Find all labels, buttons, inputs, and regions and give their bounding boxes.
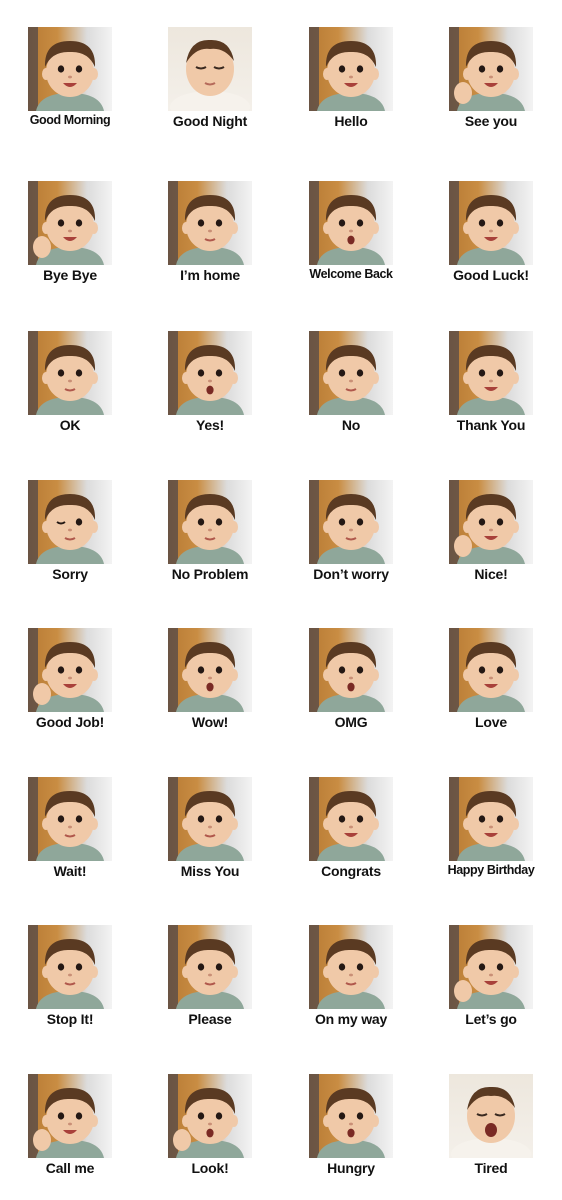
sticker-item[interactable]: Good Job! bbox=[10, 628, 130, 738]
sticker-item[interactable]: On my way bbox=[291, 925, 411, 1035]
sticker-label: Good Night bbox=[172, 113, 248, 129]
sticker-item[interactable]: No Problem bbox=[150, 480, 270, 590]
sticker-label: Let’s go bbox=[465, 1011, 517, 1027]
sticker-item[interactable]: Happy Birthday bbox=[431, 777, 551, 887]
baby-photo bbox=[449, 628, 533, 712]
sticker-item[interactable]: Bye Bye bbox=[10, 181, 130, 291]
sticker-item[interactable]: Welcome Back bbox=[291, 181, 411, 291]
baby-photo bbox=[449, 331, 533, 415]
sticker-item[interactable]: I’m home bbox=[150, 181, 270, 291]
sticker-label: Hello bbox=[334, 113, 368, 129]
sticker-item[interactable]: OMG bbox=[291, 628, 411, 738]
sticker-item[interactable]: Stop It! bbox=[10, 925, 130, 1035]
baby-photo bbox=[309, 1074, 393, 1158]
sticker-item[interactable]: Please bbox=[150, 925, 270, 1035]
sticker-label: Look! bbox=[191, 1160, 229, 1176]
sticker-label: Please bbox=[188, 1011, 232, 1027]
baby-photo bbox=[309, 777, 393, 861]
sticker-item[interactable]: Good Night bbox=[150, 27, 270, 137]
sticker-label: Good Job! bbox=[35, 714, 105, 730]
sticker-item[interactable]: Sorry bbox=[10, 480, 130, 590]
sticker-item[interactable]: Hello bbox=[291, 27, 411, 137]
sticker-item[interactable]: OK bbox=[10, 331, 130, 441]
sticker-item[interactable]: Yes! bbox=[150, 331, 270, 441]
sticker-label: Don’t worry bbox=[313, 566, 389, 582]
sticker-item[interactable]: Hungry bbox=[291, 1074, 411, 1184]
baby-photo bbox=[168, 331, 252, 415]
baby-photo bbox=[449, 181, 533, 265]
sticker-label: Nice! bbox=[474, 566, 508, 582]
baby-photo bbox=[168, 1074, 252, 1158]
baby-photo bbox=[449, 480, 533, 564]
sticker-label: Good Morning bbox=[29, 113, 111, 127]
baby-photo bbox=[449, 777, 533, 861]
sticker-item[interactable]: No bbox=[291, 331, 411, 441]
baby-photo bbox=[168, 925, 252, 1009]
sticker-label: OMG bbox=[334, 714, 368, 730]
sticker-item[interactable]: Tired bbox=[431, 1074, 551, 1184]
sticker-label: Call me bbox=[45, 1160, 95, 1176]
sticker-label: I’m home bbox=[180, 267, 240, 283]
sticker-label: Tired bbox=[474, 1160, 508, 1176]
baby-photo bbox=[449, 1074, 533, 1158]
sticker-grid: Good Morning Good Night Hello See you Bye By… bbox=[0, 0, 562, 1200]
baby-photo bbox=[28, 925, 112, 1009]
sticker-label: Welcome Back bbox=[309, 267, 393, 281]
sticker-label: Thank You bbox=[456, 417, 526, 433]
sticker-item[interactable]: Let’s go bbox=[431, 925, 551, 1035]
sticker-label: Good Luck! bbox=[453, 267, 529, 283]
baby-photo bbox=[309, 628, 393, 712]
sticker-label: Congrats bbox=[321, 863, 381, 879]
sticker-item[interactable]: Congrats bbox=[291, 777, 411, 887]
baby-photo bbox=[168, 628, 252, 712]
sticker-label: Stop It! bbox=[46, 1011, 94, 1027]
baby-photo bbox=[28, 1074, 112, 1158]
sticker-label: Miss You bbox=[180, 863, 240, 879]
baby-photo bbox=[449, 27, 533, 111]
sticker-item[interactable]: Look! bbox=[150, 1074, 270, 1184]
sticker-label: No bbox=[341, 417, 361, 433]
baby-photo bbox=[309, 480, 393, 564]
sticker-label: Sorry bbox=[52, 566, 88, 582]
sticker-label: Love bbox=[475, 714, 507, 730]
baby-photo bbox=[28, 331, 112, 415]
baby-photo bbox=[309, 331, 393, 415]
sticker-item[interactable]: Wait! bbox=[10, 777, 130, 887]
baby-photo bbox=[168, 181, 252, 265]
sticker-label: Yes! bbox=[196, 417, 224, 433]
sticker-item[interactable]: Love bbox=[431, 628, 551, 738]
baby-photo bbox=[309, 181, 393, 265]
sticker-item[interactable]: Don’t worry bbox=[291, 480, 411, 590]
sticker-label: Wow! bbox=[191, 714, 229, 730]
sticker-label: Bye Bye bbox=[43, 267, 97, 283]
baby-photo bbox=[309, 925, 393, 1009]
sticker-item[interactable]: See you bbox=[431, 27, 551, 137]
sticker-item[interactable]: Miss You bbox=[150, 777, 270, 887]
sticker-label: Wait! bbox=[53, 863, 87, 879]
baby-photo bbox=[168, 777, 252, 861]
baby-photo bbox=[168, 27, 252, 111]
baby-photo bbox=[168, 480, 252, 564]
baby-photo bbox=[28, 181, 112, 265]
sticker-item[interactable]: Good Luck! bbox=[431, 181, 551, 291]
baby-photo bbox=[309, 27, 393, 111]
baby-photo bbox=[28, 27, 112, 111]
baby-photo bbox=[449, 925, 533, 1009]
baby-photo bbox=[28, 628, 112, 712]
sticker-item[interactable]: Good Morning bbox=[10, 27, 130, 137]
sticker-label: OK bbox=[59, 417, 81, 433]
sticker-item[interactable]: Thank You bbox=[431, 331, 551, 441]
baby-photo bbox=[28, 777, 112, 861]
sticker-label: No Problem bbox=[171, 566, 249, 582]
sticker-item[interactable]: Nice! bbox=[431, 480, 551, 590]
sticker-label: Hungry bbox=[327, 1160, 375, 1176]
sticker-label: See you bbox=[464, 113, 518, 129]
sticker-item[interactable]: Wow! bbox=[150, 628, 270, 738]
sticker-label: Happy Birthday bbox=[447, 863, 535, 877]
baby-photo bbox=[28, 480, 112, 564]
sticker-label: On my way bbox=[314, 1011, 388, 1027]
sticker-item[interactable]: Call me bbox=[10, 1074, 130, 1184]
